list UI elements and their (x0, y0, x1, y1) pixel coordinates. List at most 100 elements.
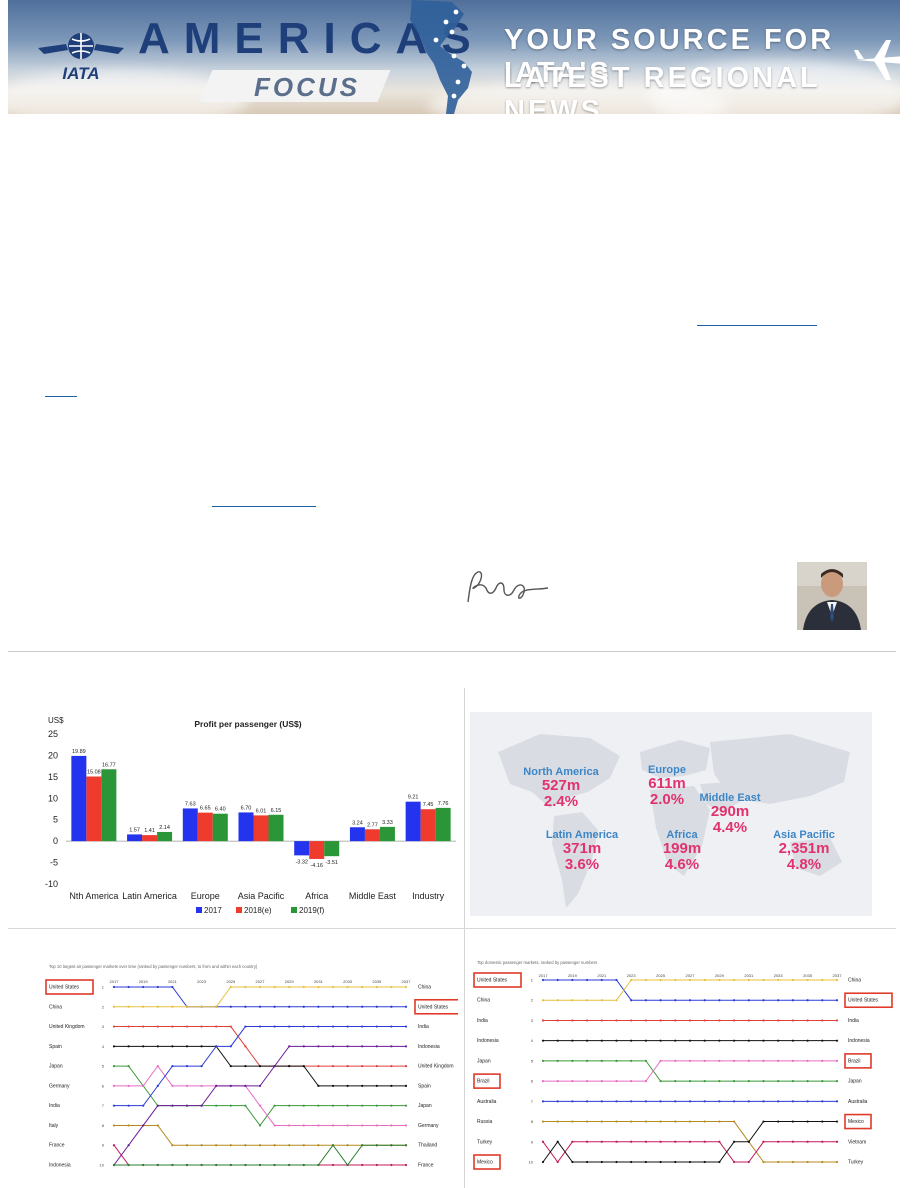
series-point (273, 1144, 276, 1147)
bar-nth-america-2018e (86, 776, 102, 842)
year-label: 2021 (168, 979, 178, 984)
series-point (156, 1065, 159, 1068)
series-point (200, 1025, 203, 1028)
series-point (361, 1025, 364, 1028)
series-point (229, 1045, 232, 1048)
series-point (718, 1160, 721, 1164)
series-point (835, 1160, 839, 1164)
series-point (615, 1100, 618, 1103)
hyperlink-underline[interactable] (697, 325, 817, 326)
start-country-label: India (49, 1103, 60, 1109)
series-point (644, 1080, 647, 1083)
series-point (185, 1045, 189, 1048)
series-point (659, 1039, 662, 1042)
series-point (404, 1065, 408, 1068)
start-country-label: Indonesia (477, 1038, 499, 1044)
bar-middle-east-2018e (364, 829, 380, 842)
series-point (229, 1104, 232, 1107)
series-point (600, 1100, 603, 1103)
series-point (317, 1025, 320, 1028)
series-point (346, 1084, 349, 1087)
series-point (806, 1059, 809, 1062)
series-point (361, 1163, 364, 1167)
svg-text:IATA: IATA (62, 64, 99, 82)
series-point (346, 1124, 349, 1127)
series-point (390, 1104, 393, 1107)
series-point (112, 1045, 116, 1048)
series-point (791, 1120, 794, 1123)
series-point (644, 1059, 647, 1062)
x-tick-label: Latin America (122, 891, 177, 901)
series-line-china (543, 979, 837, 1001)
data-label: 7.63 (185, 801, 196, 807)
series-point (200, 1104, 203, 1107)
year-label: 2037 (833, 973, 843, 978)
series-point (806, 978, 809, 982)
data-label: 2.14 (159, 825, 170, 831)
series-point (688, 1100, 692, 1103)
series-point (556, 1019, 559, 1022)
series-point (200, 1084, 203, 1087)
start-country-label: Brazil (477, 1079, 490, 1085)
series-point (273, 1065, 276, 1068)
series-point (586, 1120, 589, 1123)
end-country-label: United Kingdom (418, 1064, 454, 1070)
series-point (244, 1104, 247, 1107)
newsletter-banner: IATA AMERICAS FOCUS YOUR SOURCE FOR IATA… (8, 0, 900, 114)
series-point (674, 1120, 677, 1123)
series-point (615, 978, 618, 982)
legend-label: 2018(e) (244, 906, 272, 915)
series-point (127, 1084, 130, 1087)
tagline-line-2: LATEST REGIONAL NEWS (504, 62, 821, 114)
series-point (361, 985, 364, 989)
series-point (317, 1144, 320, 1147)
series-point (361, 1045, 364, 1048)
end-country-label: United States (418, 1004, 449, 1010)
series-point (571, 1080, 574, 1083)
series-point (331, 1124, 335, 1127)
series-point (273, 1104, 276, 1107)
series-point (244, 1065, 247, 1068)
airplane-icon (854, 40, 900, 80)
series-point (317, 1163, 320, 1167)
series-point (541, 1039, 545, 1042)
end-country-label: Indonesia (848, 1038, 870, 1044)
series-point (171, 1065, 174, 1068)
year-label: 2019 (139, 979, 149, 984)
series-point (127, 1124, 130, 1127)
series-point (703, 978, 706, 982)
series-point (703, 1059, 706, 1062)
series-point (244, 985, 247, 989)
start-country-label: Mexico (477, 1160, 493, 1166)
series-point (171, 1104, 174, 1107)
series-point (733, 1160, 736, 1164)
series-point (244, 1084, 247, 1087)
data-label: 2.77 (367, 822, 378, 828)
series-point (718, 1120, 721, 1123)
series-point (644, 1140, 647, 1143)
data-label: 6.40 (215, 807, 226, 813)
series-point (835, 1039, 839, 1042)
series-point (375, 1144, 378, 1147)
series-point (600, 1019, 603, 1022)
bar-africa-2017 (294, 841, 310, 856)
hyperlink-underline[interactable] (45, 396, 77, 397)
series-point (273, 985, 276, 989)
series-point (600, 978, 603, 982)
hyperlink-underline[interactable] (212, 506, 316, 507)
series-point (835, 1140, 839, 1143)
start-country-label: China (477, 998, 490, 1004)
series-point (185, 1025, 189, 1028)
series-point (156, 1084, 159, 1087)
series-point (346, 1144, 349, 1147)
series-point (302, 1104, 305, 1107)
series-point (733, 999, 736, 1002)
series-point (644, 1100, 647, 1103)
series-point (288, 1144, 291, 1147)
series-point (541, 999, 545, 1002)
series-point (317, 1104, 320, 1107)
series-point (674, 1080, 677, 1083)
series-point (390, 1084, 393, 1087)
series-point (317, 1124, 320, 1127)
series-point (747, 1039, 750, 1042)
